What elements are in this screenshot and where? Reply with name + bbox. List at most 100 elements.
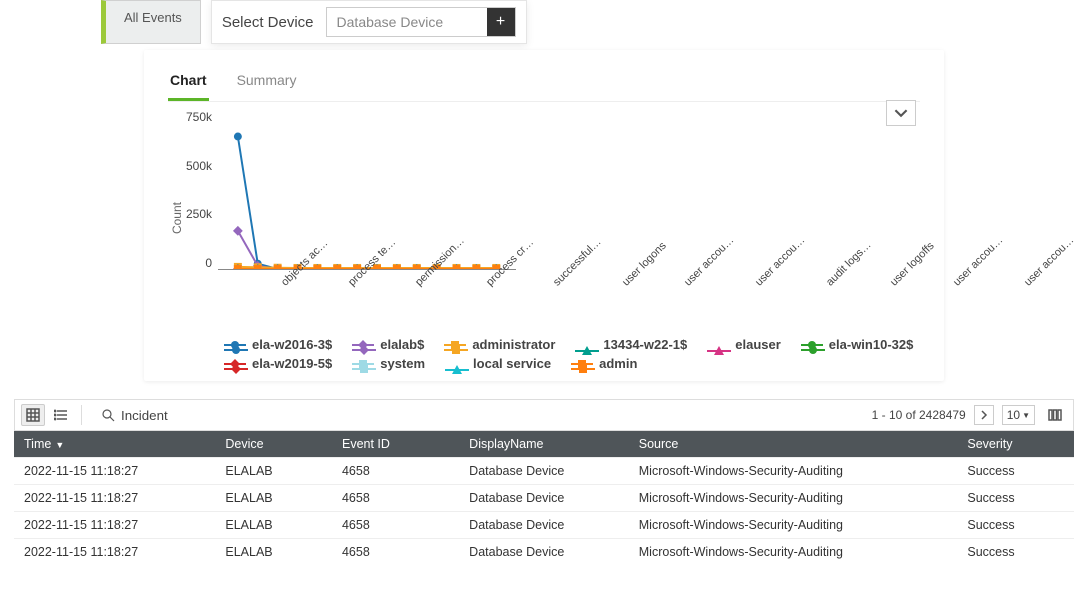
cell-device: ELALAB [215, 458, 332, 485]
y-ticks: 750k 500k 250k 0 [186, 110, 218, 270]
legend-marker [444, 344, 466, 346]
next-page-button[interactable] [974, 405, 994, 425]
legend-label: administrator [472, 337, 555, 352]
table-col-source[interactable]: Source [629, 431, 958, 458]
y-tick: 250k [186, 207, 212, 221]
incident-icon [101, 408, 115, 422]
tab-summary[interactable]: Summary [235, 68, 299, 101]
legend-item[interactable]: elalab$ [352, 337, 424, 352]
select-device-label: Select Device [222, 14, 314, 31]
column-settings-button[interactable] [1043, 404, 1067, 426]
device-input-wrap: + [326, 7, 516, 37]
table-row[interactable]: 2022-11-15 11:18:27ELALAB4658Database De… [14, 458, 1074, 485]
legend-item[interactable]: system [352, 356, 425, 371]
cell-time: 2022-11-15 11:18:27 [14, 485, 215, 512]
legend-label: 13434-w22-1$ [603, 337, 687, 352]
events-table-panel: Incident 1 - 10 of 2428479 10 ▼ Time▼Dev… [14, 399, 1074, 565]
cell-display: Database Device [459, 485, 629, 512]
legend-marker [352, 363, 374, 365]
table-toolbar: Incident 1 - 10 of 2428479 10 ▼ [14, 399, 1074, 431]
y-axis-label: Count [168, 202, 186, 234]
cell-display: Database Device [459, 458, 629, 485]
x-tick: user logons [613, 233, 669, 289]
y-tick: 500k [186, 159, 212, 173]
page-size-select[interactable]: 10 ▼ [1002, 405, 1035, 425]
cell-display: Database Device [459, 539, 629, 566]
cell-source: Microsoft-Windows-Security-Auditing [629, 458, 958, 485]
view-grid-button[interactable] [21, 404, 45, 426]
legend-item[interactable]: ela-w2019-5$ [224, 356, 332, 371]
tab-all-events[interactable]: All Events [101, 0, 201, 44]
x-ticks: objects ac…process te…permission…process… [266, 273, 1088, 295]
legend-label: elauser [735, 337, 781, 352]
cell-severity: Success [957, 485, 1074, 512]
legend-label: ela-w2019-5$ [252, 356, 332, 371]
select-device-box: Select Device + [211, 0, 527, 44]
legend-item[interactable]: ela-win10-32$ [801, 337, 914, 352]
expand-chart-button[interactable] [886, 100, 916, 126]
chevron-right-icon [979, 410, 989, 420]
caret-down-icon: ▼ [1022, 411, 1030, 420]
cell-source: Microsoft-Windows-Security-Auditing [629, 485, 958, 512]
x-tick: user accou… [675, 227, 736, 288]
cell-severity: Success [957, 539, 1074, 566]
cell-time: 2022-11-15 11:18:27 [14, 512, 215, 539]
x-tick: user accou… [1015, 227, 1076, 288]
cell-severity: Success [957, 458, 1074, 485]
toolbar-separator [81, 405, 82, 425]
x-tick: successful… [544, 229, 604, 289]
cell-device: ELALAB [215, 485, 332, 512]
view-list-button[interactable] [49, 404, 73, 426]
table-col-time[interactable]: Time▼ [14, 431, 215, 458]
legend-marker [224, 344, 246, 346]
table-row[interactable]: 2022-11-15 11:18:27ELALAB4658Database De… [14, 512, 1074, 539]
chart-legend: ela-w2016-3$ elalab$ administrator 13434-w2… [224, 337, 920, 371]
cell-event_id: 4658 [332, 539, 459, 566]
incident-label: Incident [121, 408, 168, 423]
legend-item[interactable]: administrator [444, 337, 555, 352]
legend-label: admin [599, 356, 637, 371]
legend-marker [224, 363, 246, 365]
chevron-down-icon [894, 106, 908, 120]
legend-item[interactable]: elauser [707, 337, 781, 352]
table-col-severity[interactable]: Severity [957, 431, 1074, 458]
cell-device: ELALAB [215, 512, 332, 539]
legend-label: system [380, 356, 425, 371]
y-tick: 750k [186, 110, 212, 124]
grid-icon [26, 408, 40, 422]
table-col-displayname[interactable]: DisplayName [459, 431, 629, 458]
table-row[interactable]: 2022-11-15 11:18:27ELALAB4658Database De… [14, 539, 1074, 566]
cell-source: Microsoft-Windows-Security-Auditing [629, 539, 958, 566]
y-tick: 0 [186, 256, 212, 270]
cell-device: ELALAB [215, 539, 332, 566]
legend-label: ela-w2016-3$ [252, 337, 332, 352]
legend-marker [352, 344, 374, 346]
sort-desc-icon: ▼ [55, 440, 64, 450]
x-tick: user logoffs [881, 233, 937, 289]
cell-severity: Success [957, 512, 1074, 539]
x-tick: audit logs… [817, 232, 874, 289]
list-icon [54, 408, 68, 422]
legend-label: ela-win10-32$ [829, 337, 914, 352]
legend-item[interactable]: local service [445, 356, 551, 371]
legend-label: local service [473, 356, 551, 371]
legend-item[interactable]: 13434-w22-1$ [575, 337, 687, 352]
cell-time: 2022-11-15 11:18:27 [14, 458, 215, 485]
cell-event_id: 4658 [332, 485, 459, 512]
legend-label: elalab$ [380, 337, 424, 352]
incident-button[interactable]: Incident [90, 404, 179, 426]
add-device-button[interactable]: + [487, 8, 515, 36]
x-tick: user accou… [746, 227, 807, 288]
legend-marker [571, 363, 593, 365]
table-row[interactable]: 2022-11-15 11:18:27ELALAB4658Database De… [14, 485, 1074, 512]
device-input[interactable] [327, 8, 487, 36]
columns-icon [1048, 408, 1062, 422]
legend-marker [801, 344, 823, 346]
events-table: Time▼DeviceEvent IDDisplayNameSourceSeve… [14, 431, 1074, 565]
table-col-event-id[interactable]: Event ID [332, 431, 459, 458]
plus-icon: + [496, 13, 505, 31]
legend-item[interactable]: admin [571, 356, 637, 371]
table-col-device[interactable]: Device [215, 431, 332, 458]
tab-chart[interactable]: Chart [168, 68, 209, 101]
legend-item[interactable]: ela-w2016-3$ [224, 337, 332, 352]
